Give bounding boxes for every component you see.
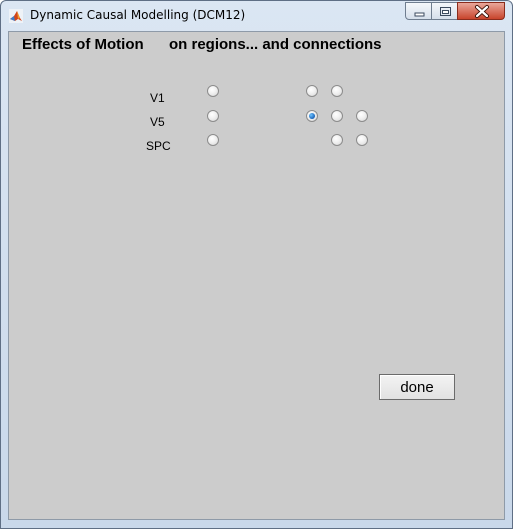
region-radio-v1[interactable] [207, 85, 219, 97]
close-icon [475, 5, 489, 18]
connection-radio-2-2[interactable] [331, 110, 343, 122]
region-radio-v5[interactable] [207, 110, 219, 122]
connection-radio-1-2[interactable] [331, 85, 343, 97]
matlab-logo-icon [9, 9, 23, 23]
region-label-v5: V5 [150, 115, 165, 129]
window-title: Dynamic Causal Modelling (DCM12) [30, 8, 246, 22]
minimize-button[interactable] [405, 2, 432, 20]
connection-radio-2-1[interactable] [306, 110, 318, 122]
done-button[interactable]: done [379, 374, 455, 400]
connection-radio-3-2[interactable] [331, 134, 343, 146]
effects-heading: Effects of Motion [22, 36, 144, 53]
maximize-button[interactable] [431, 2, 458, 20]
region-radio-spc[interactable] [207, 134, 219, 146]
connection-radio-3-3[interactable] [356, 134, 368, 146]
connection-radio-2-3[interactable] [356, 110, 368, 122]
figure-panel: Effects of Motion on regions... and conn… [8, 31, 505, 520]
matlab-window: Dynamic Causal Modelling (DCM12) Effects… [0, 0, 513, 529]
title-bar[interactable]: Dynamic Causal Modelling (DCM12) [1, 1, 512, 31]
connection-radio-1-1[interactable] [306, 85, 318, 97]
region-label-spc: SPC [146, 139, 171, 153]
maximize-icon [440, 7, 451, 16]
close-button[interactable] [457, 2, 505, 20]
region-label-v1: V1 [150, 91, 165, 105]
minimize-icon [414, 12, 425, 17]
regions-connections-heading: on regions... and connections [169, 36, 382, 53]
